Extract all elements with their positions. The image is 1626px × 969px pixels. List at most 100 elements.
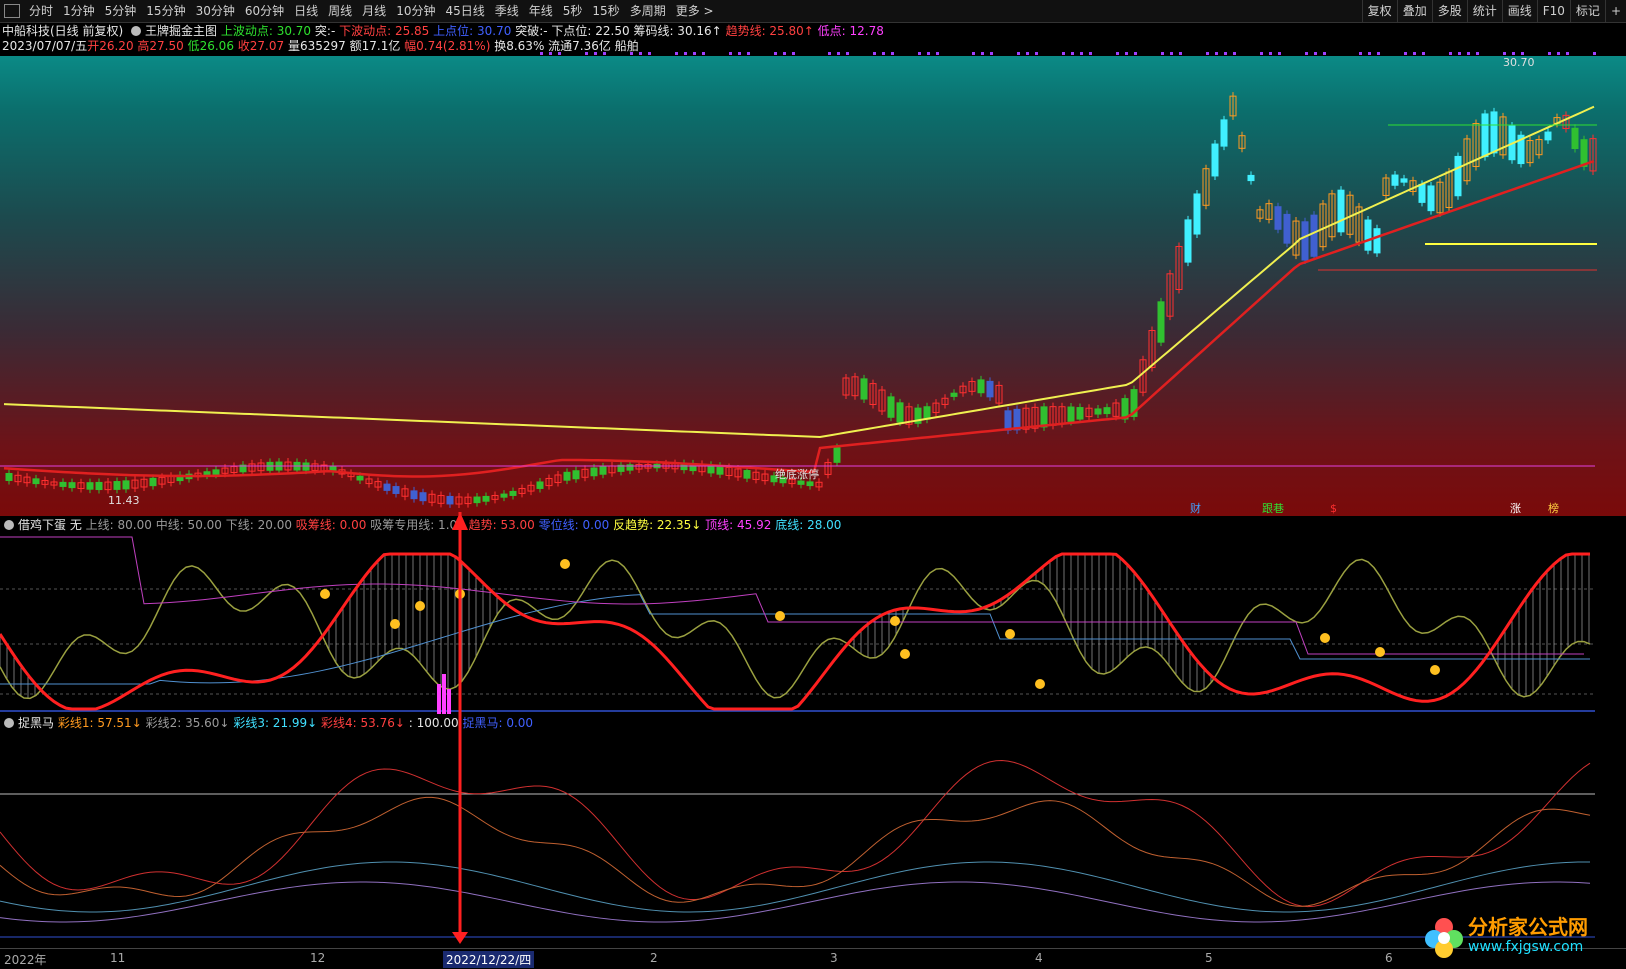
period-tab[interactable]: 15秒: [587, 0, 624, 22]
signal-ball-icon: [1005, 629, 1015, 639]
period-tab[interactable]: 5秒: [558, 0, 588, 22]
indicator-toggle-icon[interactable]: [131, 25, 142, 36]
candle-body: [392, 486, 400, 494]
candle-body: [356, 475, 364, 481]
amount: 额17.1亿: [349, 39, 401, 53]
float-cap: 流通7.36亿: [548, 39, 611, 53]
signal-ball-icon: [560, 559, 570, 569]
signal-ball-icon: [455, 589, 465, 599]
signal-ball-icon: [1035, 679, 1045, 689]
toolbar-action[interactable]: 叠加: [1396, 0, 1432, 22]
sector: 船舶: [614, 39, 639, 53]
candle-body: [1337, 189, 1345, 233]
period-tab[interactable]: 季线: [490, 0, 524, 22]
lower-dot: 下点位: 22.50: [551, 24, 630, 38]
axis-label: 11: [110, 951, 126, 965]
candle-body: [113, 481, 121, 490]
axis-label: 2: [650, 951, 658, 965]
indicator2-chart[interactable]: [0, 732, 1626, 947]
period-tab[interactable]: 日线: [289, 0, 323, 22]
period-tab[interactable]: 更多 >: [671, 0, 719, 22]
ind1-trend: 趋势: 53.00: [468, 518, 535, 532]
ind2-c4: 彩线4: 53.76↓: [321, 716, 405, 730]
low-price: 低26.06: [187, 39, 234, 53]
ind1-absorb-special: 吸筹专用线: 1.00: [370, 518, 465, 532]
trend-line-value: 趋势线: 25.80↑: [725, 24, 814, 38]
indicator2-name[interactable]: 捉黑马: [18, 716, 54, 730]
chip-line: 筹码线: 30.16↑: [633, 24, 722, 38]
period-tab[interactable]: 45日线: [440, 0, 489, 22]
date-cursor-label: 2022/12/22/四: [443, 951, 535, 968]
period-tab[interactable]: 5分钟: [100, 0, 142, 22]
candle-body: [482, 495, 490, 502]
candle-body: [563, 471, 571, 481]
event-tag[interactable]: 跟巷: [1262, 502, 1284, 515]
candle-body: [59, 481, 67, 487]
candle-body: [887, 396, 895, 418]
candle-body: [1373, 228, 1381, 254]
main-chart-svg[interactable]: 30.70 11.43 绝底涨停 财 跟巷 $ 涨 榜: [0, 56, 1626, 516]
candle-body: [302, 462, 310, 471]
signal-ball-icon: [1430, 665, 1440, 675]
candle-body: [1364, 219, 1372, 251]
toolbar-action[interactable]: 复权: [1361, 0, 1397, 22]
candle-body: [599, 466, 607, 475]
toolbar-action[interactable]: F10: [1536, 0, 1570, 22]
period-tab[interactable]: 1分钟: [58, 0, 100, 22]
toolbar-action[interactable]: 画线: [1501, 0, 1537, 22]
event-tag[interactable]: 榜: [1548, 501, 1559, 515]
candle-body: [68, 482, 76, 489]
axis-label: 12: [310, 951, 326, 965]
axis-label: 4: [1035, 951, 1043, 965]
candle-body: [1193, 193, 1201, 235]
ind1-lower: 下线: 20.00: [225, 518, 292, 532]
candle-body: [1067, 406, 1075, 422]
candle-body: [1094, 408, 1102, 415]
candle-body: [410, 490, 418, 500]
candle-body: [986, 380, 994, 398]
signal-ball-icon: [1320, 633, 1330, 643]
period-tab[interactable]: 年线: [524, 0, 558, 22]
period-tab[interactable]: 60分钟: [240, 0, 289, 22]
period-tab[interactable]: 月线: [357, 0, 391, 22]
low-point: 低点: 12.78: [817, 24, 884, 38]
window-icon[interactable]: [4, 4, 20, 18]
candle-body: [923, 406, 931, 420]
toolbar-action[interactable]: 标记: [1569, 0, 1605, 22]
main-indicator-name[interactable]: 王牌掘金主图: [145, 24, 217, 38]
signal-ball-icon: [775, 611, 785, 621]
candle-body: [977, 379, 985, 394]
period-tab[interactable]: 多周期: [625, 0, 671, 22]
ind2-c2: 彩线2: 35.60↓: [145, 716, 230, 730]
period-tab[interactable]: 周线: [323, 0, 357, 22]
period-tab[interactable]: 10分钟: [391, 0, 440, 22]
logo-title: 分析家公式网: [1468, 915, 1588, 939]
candle-body: [1004, 410, 1012, 431]
candle-body: [95, 481, 103, 491]
period-tab[interactable]: 分时: [24, 0, 58, 22]
event-tag[interactable]: 财: [1190, 501, 1201, 515]
candle-body: [1580, 139, 1588, 167]
candle-body: [1184, 219, 1192, 263]
candle-body: [212, 469, 220, 475]
event-tag[interactable]: 涨: [1510, 502, 1521, 515]
break-2: 突破:-: [515, 24, 548, 38]
candle-body: [122, 480, 130, 490]
candle-body: [5, 473, 13, 481]
toolbar-action[interactable]: +: [1604, 0, 1626, 22]
toolbar-action[interactable]: 多股: [1431, 0, 1467, 22]
indicator1-chart[interactable]: [0, 534, 1626, 730]
period-tab[interactable]: 30分钟: [191, 0, 240, 22]
indicator1-name[interactable]: 借鸡下蛋 无: [18, 518, 82, 532]
quote-date: 2023/07/07/五: [2, 39, 88, 53]
candle-body: [1571, 127, 1579, 150]
lower-wave-point: 下波动点: 25.85: [339, 24, 430, 38]
indicator2-toggle-icon[interactable]: [4, 717, 14, 728]
indicator1-toggle-icon[interactable]: [4, 519, 14, 530]
period-tab[interactable]: 15分钟: [141, 0, 190, 22]
event-tag[interactable]: $: [1330, 502, 1337, 515]
candle-body: [1247, 174, 1255, 182]
toolbar-action[interactable]: 统计: [1466, 0, 1502, 22]
high-price-label: 30.70: [1503, 56, 1535, 69]
turnover: 换8.63%: [494, 39, 545, 53]
